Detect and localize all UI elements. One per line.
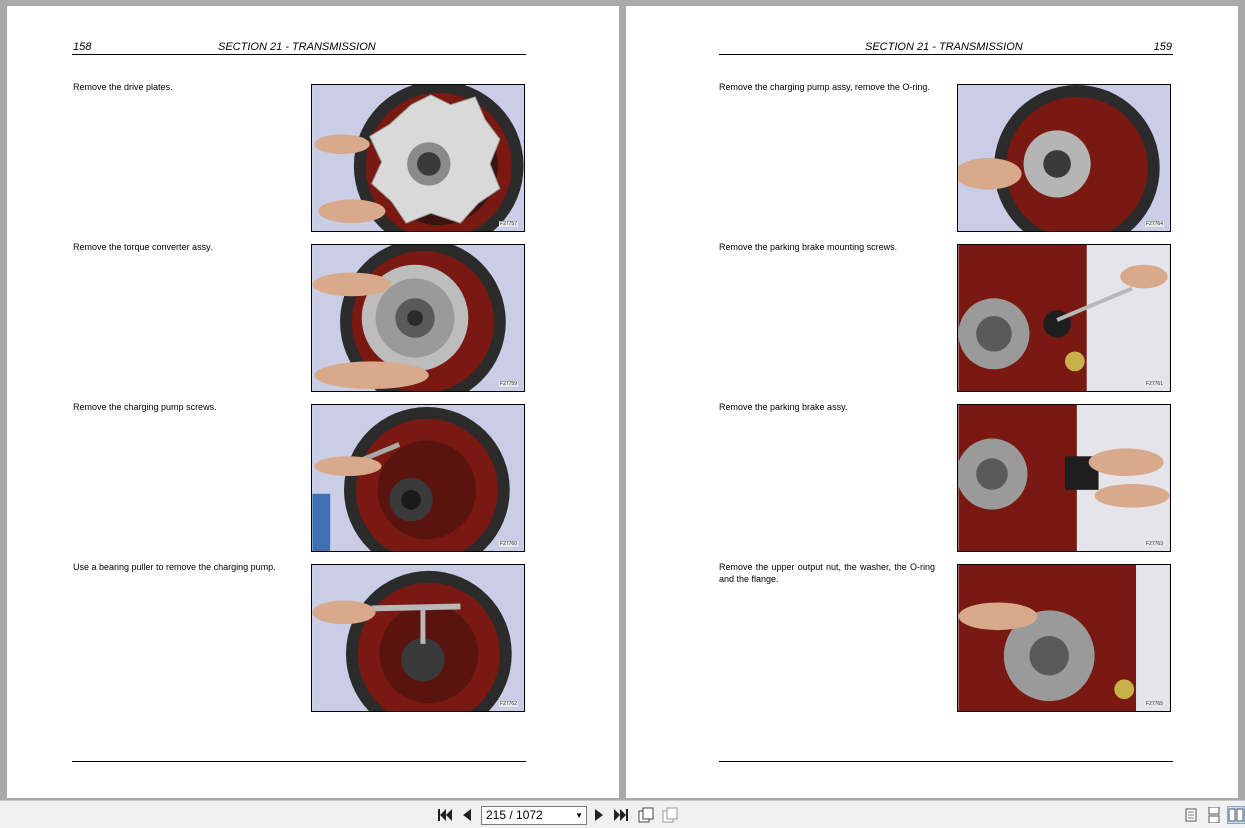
- figure-code: F27762: [499, 701, 518, 707]
- figure-code: F27764: [1145, 221, 1164, 227]
- step-photo: F27760: [311, 404, 525, 552]
- page-number: 159: [1153, 41, 1172, 53]
- section-title: SECTION 21 - TRANSMISSION: [218, 41, 376, 53]
- figure-code: F27761: [1145, 381, 1164, 387]
- step-photo: F27757: [311, 84, 525, 232]
- continuous-view-icon[interactable]: [1205, 806, 1223, 824]
- step-text: Remove the drive plates.: [73, 82, 173, 92]
- parking-brake-assy-photo: [958, 405, 1170, 551]
- output-flange-photo: [958, 565, 1170, 711]
- parking-brake-screws-photo: [958, 245, 1170, 391]
- step-photo: F27761: [957, 244, 1171, 392]
- step-photo: F27763: [957, 404, 1171, 552]
- step-text: Remove the parking brake assy.: [719, 402, 848, 412]
- bearing-puller-photo: [312, 565, 524, 711]
- figure-code: F27757: [499, 221, 518, 227]
- previous-page-icon[interactable]: [458, 806, 476, 824]
- torque-converter-photo: [312, 245, 524, 391]
- right-page: SECTION 21 - TRANSMISSION 159 Remove the…: [626, 6, 1238, 798]
- left-page: 158 SECTION 21 - TRANSMISSION Remove the…: [7, 6, 619, 798]
- two-page-view-icon[interactable]: [1227, 806, 1245, 824]
- section-title: SECTION 21 - TRANSMISSION: [865, 41, 1023, 53]
- document-viewer: 158 SECTION 21 - TRANSMISSION Remove the…: [0, 0, 1245, 800]
- drive-plates-photo: [312, 85, 524, 231]
- step-photo: F27762: [311, 564, 525, 712]
- rotate-icon[interactable]: [637, 806, 655, 824]
- figure-code: F27760: [499, 541, 518, 547]
- step-photo: F27765: [957, 564, 1171, 712]
- step-photo: F27764: [957, 84, 1171, 232]
- step-text: Remove the torque converter assy.: [73, 242, 213, 252]
- charging-pump-screws-photo: [312, 405, 524, 551]
- step-text: Use a bearing puller to remove the charg…: [73, 562, 276, 572]
- step-text: Remove the upper output nut, the washer,…: [719, 562, 935, 584]
- next-page-icon[interactable]: [590, 806, 608, 824]
- figure-code: F27759: [499, 381, 518, 387]
- page-header: SECTION 21 - TRANSMISSION 159: [719, 41, 1173, 55]
- page-footer-rule: [72, 761, 526, 762]
- step-text: Remove the charging pump assy, remove th…: [719, 82, 930, 92]
- charging-pump-assy-photo: [958, 85, 1170, 231]
- viewer-toolbar: 215 / 1072 ▼: [0, 800, 1245, 828]
- page-header: 158 SECTION 21 - TRANSMISSION: [72, 41, 526, 55]
- chevron-down-icon: ▼: [575, 811, 583, 820]
- first-page-icon[interactable]: [436, 806, 454, 824]
- figure-code: F27765: [1145, 701, 1164, 707]
- step-text: Remove the parking brake mounting screws…: [719, 242, 898, 252]
- step-text: Remove the charging pump screws.: [73, 402, 217, 412]
- page-selector[interactable]: 215 / 1072 ▼: [481, 806, 587, 825]
- single-page-view-icon[interactable]: [1182, 806, 1200, 824]
- page-number: 158: [73, 41, 92, 53]
- step-photo: F27759: [311, 244, 525, 392]
- page-indicator: 215 / 1072: [486, 808, 543, 822]
- page-footer-rule: [719, 761, 1173, 762]
- copy-icon[interactable]: [661, 806, 679, 824]
- figure-code: F27763: [1145, 541, 1164, 547]
- last-page-icon[interactable]: [612, 806, 630, 824]
